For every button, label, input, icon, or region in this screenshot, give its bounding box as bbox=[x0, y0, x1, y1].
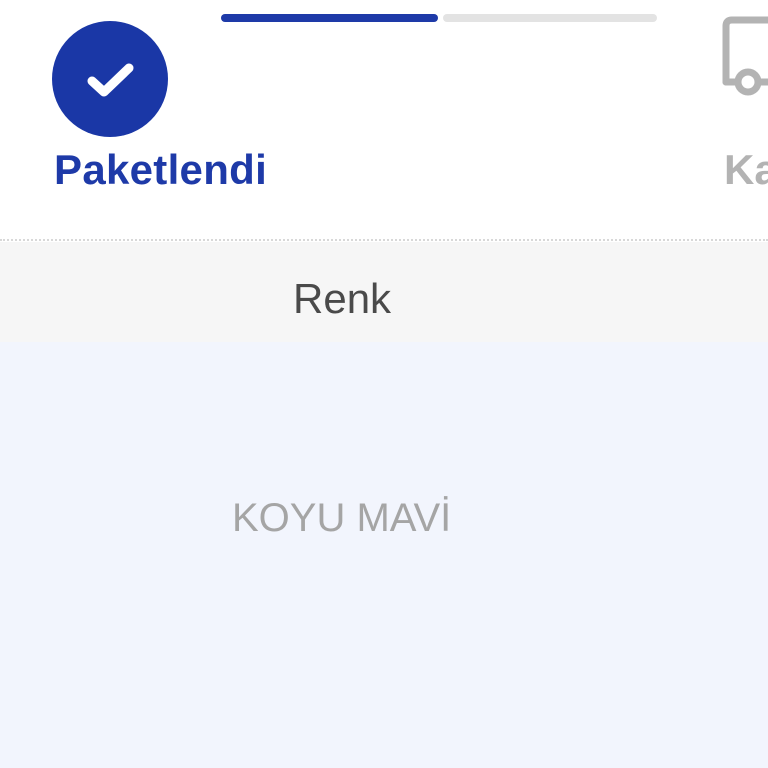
details-body-row bbox=[0, 342, 768, 768]
step-completed-badge bbox=[52, 21, 168, 137]
progress-bar-remaining bbox=[443, 14, 657, 22]
color-column-header: Renk bbox=[293, 275, 392, 322]
step-label-packaged: Paketlendi bbox=[54, 146, 268, 193]
progress-bar-completed bbox=[221, 14, 438, 22]
step-label-cargo: Ka bbox=[724, 146, 768, 193]
section-divider bbox=[0, 239, 768, 241]
color-value: KOYU MAVİ bbox=[232, 496, 452, 540]
truck-icon bbox=[722, 16, 768, 96]
check-icon bbox=[87, 63, 134, 97]
